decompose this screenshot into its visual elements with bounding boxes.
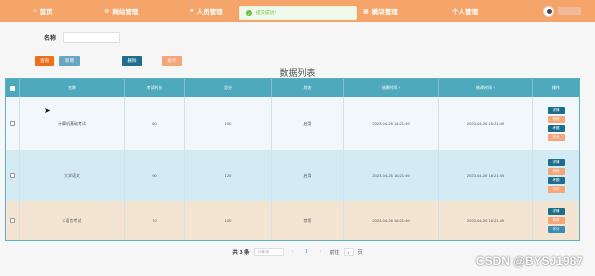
user-menu[interactable]: admin bbox=[543, 2, 581, 20]
nav-label: 人员管理 bbox=[196, 9, 223, 16]
avatar bbox=[543, 5, 555, 17]
nav-item-home[interactable]: ⌂ 首页 bbox=[33, 0, 53, 22]
nav-item-modules[interactable]: ▦ 模块管理 bbox=[363, 0, 398, 22]
questions-button[interactable]: 考题 bbox=[547, 124, 565, 132]
grade-button[interactable]: 评分 bbox=[547, 226, 565, 233]
detail-button[interactable]: 详情 bbox=[547, 208, 565, 215]
search-button[interactable]: 查询 bbox=[35, 56, 54, 66]
mouse-cursor-icon: ➤ bbox=[44, 106, 51, 115]
search-input[interactable] bbox=[63, 32, 120, 43]
grade-button[interactable]: 评分 bbox=[547, 133, 565, 141]
select-all-checkbox[interactable] bbox=[10, 85, 15, 91]
nav-item-site[interactable]: ⚙ 网站管理 bbox=[104, 0, 138, 22]
cell-score: 120 bbox=[185, 150, 272, 201]
edit-button[interactable]: 修改 bbox=[547, 217, 565, 224]
nav-label: 首页 bbox=[39, 9, 53, 16]
nav-item-people[interactable]: ● 人员管理 bbox=[190, 0, 223, 22]
watermark: CSDN @BYSJ1987 bbox=[475, 254, 583, 268]
row-select-cell[interactable] bbox=[6, 97, 20, 150]
page-unit: 页 bbox=[357, 249, 363, 256]
goto-input[interactable]: 1 bbox=[343, 248, 354, 256]
header-actions: 操作 bbox=[552, 85, 560, 90]
total-count: 共 3 条 bbox=[232, 250, 250, 256]
nav-label: 模块管理 bbox=[371, 9, 398, 16]
cell-name: 计算机基础考试 bbox=[20, 97, 125, 150]
goto-label: 前往 bbox=[329, 249, 340, 256]
cell-name: 大学语文 bbox=[20, 150, 125, 201]
header-duration[interactable]: 考试时长 bbox=[125, 79, 185, 97]
header-score[interactable]: 总分 bbox=[185, 79, 272, 97]
table-row: 大学语文 90 120 启用 2023-04-26 16:21:49 2023-… bbox=[6, 150, 579, 201]
home-icon: ⌂ bbox=[33, 8, 37, 14]
cell-actions: 详情 修改 考题 评分 bbox=[533, 150, 579, 201]
grid-icon: ▦ bbox=[363, 8, 369, 15]
row-select-cell[interactable] bbox=[6, 150, 20, 201]
cell-updated: 2023-04-26 16:21:49 bbox=[439, 150, 533, 201]
row-checkbox[interactable] bbox=[10, 218, 15, 223]
cell-actions: 详情 修改 考题 评分 bbox=[533, 97, 579, 150]
nav-label: 个人管理 bbox=[452, 9, 478, 16]
cell-updated: 2023-04-26 16:21:49 bbox=[439, 97, 533, 150]
cell-created: 2023-04-26 16:21:49 bbox=[344, 201, 439, 240]
nav-label: 网站管理 bbox=[112, 9, 139, 16]
cell-score: 100 bbox=[185, 201, 272, 240]
user-icon: ● bbox=[190, 8, 194, 14]
table-row: C语言考试 70 100 禁用 2023-04-26 16:21:49 2023… bbox=[6, 201, 579, 240]
cell-duration: 60 bbox=[125, 97, 185, 150]
data-table: 名称 考试时长 总分 状态 创建时间 ↑ 修改时间 ↑ 操作 计算机基础考试 6… bbox=[5, 78, 580, 241]
row-checkbox[interactable] bbox=[10, 121, 15, 126]
cell-created: 2023-04-26 16:21:49 bbox=[344, 150, 439, 201]
questions-button[interactable]: 考题 bbox=[547, 176, 565, 184]
cell-name: C语言考试 bbox=[20, 201, 125, 240]
user-name: admin bbox=[558, 7, 581, 15]
header-updated[interactable]: 修改时间 ↑ bbox=[439, 79, 533, 97]
row-select-cell[interactable] bbox=[6, 201, 20, 240]
page-size-select[interactable]: 10条/页 bbox=[253, 248, 284, 256]
table-row: 计算机基础考试 60 100 启用 2023-04-26 16:21:49 20… bbox=[6, 97, 579, 150]
search-label: 名称 bbox=[44, 36, 57, 42]
add-button[interactable]: 新增 bbox=[59, 56, 80, 66]
cell-duration: 90 bbox=[125, 150, 185, 201]
header-status[interactable]: 状态 bbox=[272, 79, 344, 97]
cell-created: 2023-04-26 16:21:49 bbox=[344, 97, 439, 150]
stat-button[interactable]: 统计 bbox=[162, 56, 182, 66]
settings-icon: ⚙ bbox=[104, 8, 110, 15]
edit-button[interactable]: 修改 bbox=[547, 167, 565, 175]
cell-status: 启用 bbox=[272, 97, 344, 150]
cell-status: 禁用 bbox=[272, 201, 344, 240]
grade-button[interactable]: 评分 bbox=[547, 185, 565, 193]
toast-message: 提交成功！ bbox=[256, 10, 279, 15]
detail-button[interactable]: 详情 bbox=[547, 158, 565, 166]
prev-page-icon[interactable]: ‹ bbox=[288, 249, 298, 255]
row-checkbox[interactable] bbox=[10, 173, 15, 178]
table-header: 名称 考试时长 总分 状态 创建时间 ↑ 修改时间 ↑ 操作 bbox=[6, 79, 579, 97]
cell-duration: 70 bbox=[125, 201, 185, 240]
detail-button[interactable]: 详情 bbox=[547, 106, 565, 114]
page-number[interactable]: 1 bbox=[302, 248, 312, 256]
nav-item-personal[interactable]: 个人管理 bbox=[452, 0, 478, 22]
next-page-icon[interactable]: › bbox=[316, 249, 326, 255]
header-created[interactable]: 创建时间 ↑ bbox=[344, 79, 439, 97]
cell-score: 100 bbox=[185, 97, 272, 150]
edit-button[interactable]: 修改 bbox=[547, 115, 565, 123]
success-toast: ✓ 提交成功！ bbox=[239, 6, 357, 20]
header-name[interactable]: 名称 bbox=[20, 79, 125, 97]
delete-button[interactable]: 删除 bbox=[122, 56, 142, 66]
cell-actions: 详情 修改 评分 bbox=[533, 201, 579, 240]
select-all-cell[interactable] bbox=[6, 79, 20, 97]
check-icon: ✓ bbox=[246, 10, 252, 16]
cell-status: 启用 bbox=[272, 150, 344, 201]
cell-updated: 2023-04-26 16:21:49 bbox=[439, 201, 533, 240]
